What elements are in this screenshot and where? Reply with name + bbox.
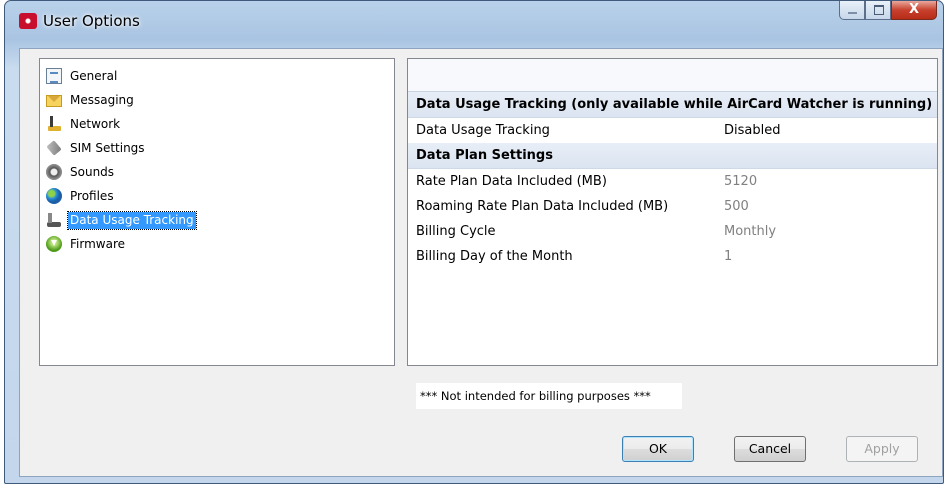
- tree-item-label: General: [70, 68, 118, 83]
- tree-item-label: Messaging: [70, 92, 134, 107]
- section-header: Data Usage Tracking (only available whil…: [408, 92, 937, 118]
- property-name: Billing Cycle: [416, 224, 496, 239]
- tree-item-sounds[interactable]: Sounds: [40, 160, 394, 184]
- tree-item-label: Firmware: [70, 236, 125, 251]
- sim-card-icon: [43, 137, 66, 160]
- envelope-icon: [46, 95, 62, 107]
- data-usage-icon: [46, 212, 62, 228]
- property-row[interactable]: Rate Plan Data Included (MB) 5120: [408, 169, 937, 194]
- general-icon: [46, 68, 62, 84]
- billing-disclaimer: *** Not intended for billing purposes **…: [416, 383, 682, 409]
- property-value[interactable]: 5120: [724, 174, 757, 189]
- tree-item-general[interactable]: General: [40, 64, 394, 88]
- property-name: Billing Day of the Month: [416, 249, 573, 264]
- property-row[interactable]: Billing Day of the Month 1: [408, 244, 937, 269]
- tree-item-label: Sounds: [70, 164, 115, 179]
- property-value[interactable]: 500: [724, 199, 749, 214]
- dialog-client-area: General Messaging Network SIM Settings S…: [19, 48, 943, 477]
- property-name: Rate Plan Data Included (MB): [416, 174, 607, 189]
- tree-item-data-usage-tracking[interactable]: Data Usage Tracking: [40, 208, 394, 232]
- window-title: User Options: [43, 12, 140, 30]
- property-value[interactable]: Disabled: [724, 123, 780, 138]
- title-bar[interactable]: User Options X: [5, 1, 943, 39]
- tree-item-sim-settings[interactable]: SIM Settings: [40, 136, 394, 160]
- property-row[interactable]: Billing Cycle Monthly: [408, 219, 937, 244]
- maximize-button[interactable]: [865, 1, 891, 20]
- property-row[interactable]: Roaming Rate Plan Data Included (MB) 500: [408, 194, 937, 219]
- section-header: Data Plan Settings: [408, 143, 937, 169]
- network-icon: [46, 116, 62, 132]
- tree-item-messaging[interactable]: Messaging: [40, 88, 394, 112]
- close-button[interactable]: X: [891, 1, 937, 20]
- property-value[interactable]: Monthly: [724, 224, 776, 239]
- property-row-tracking[interactable]: Data Usage Tracking Disabled: [408, 118, 937, 143]
- download-icon: [46, 236, 62, 252]
- apply-button[interactable]: Apply: [846, 436, 918, 462]
- property-value[interactable]: 1: [724, 249, 732, 264]
- user-options-window: User Options X General Messaging Network: [4, 0, 944, 484]
- tree-item-label: Network: [70, 116, 121, 131]
- property-name: Roaming Rate Plan Data Included (MB): [416, 199, 669, 214]
- cancel-button[interactable]: Cancel: [734, 436, 806, 462]
- speaker-icon: [46, 164, 62, 180]
- tree-item-firmware[interactable]: Firmware: [40, 232, 394, 256]
- property-grid: Data Usage Tracking (only available whil…: [407, 58, 938, 366]
- property-name: Data Usage Tracking: [416, 123, 550, 138]
- options-tree[interactable]: General Messaging Network SIM Settings S…: [39, 58, 395, 366]
- tree-item-network[interactable]: Network: [40, 112, 394, 136]
- tree-item-label: Data Usage Tracking: [67, 210, 197, 230]
- minimize-button[interactable]: [839, 1, 865, 20]
- app-logo-icon: [19, 13, 37, 29]
- window-controls: X: [839, 1, 937, 22]
- property-grid-toolbar: [408, 59, 937, 92]
- globe-icon: [46, 188, 62, 204]
- tree-item-label: SIM Settings: [70, 140, 145, 155]
- tree-item-profiles[interactable]: Profiles: [40, 184, 394, 208]
- tree-item-label: Profiles: [70, 188, 114, 203]
- ok-button[interactable]: OK: [622, 436, 694, 462]
